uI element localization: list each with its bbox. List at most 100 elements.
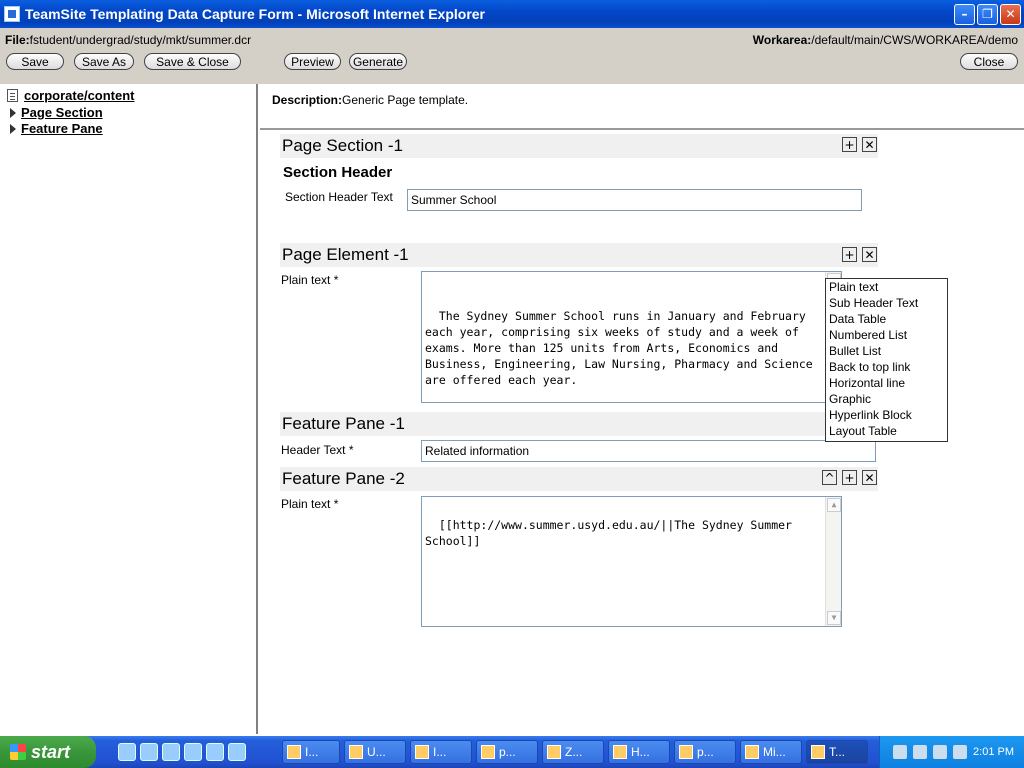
task-button[interactable]: Z... bbox=[542, 740, 604, 764]
add-icon[interactable]: + bbox=[842, 470, 857, 485]
start-button[interactable]: start bbox=[0, 736, 96, 768]
tree-item-page-section[interactable]: Page Section bbox=[10, 105, 103, 120]
task-label: I... bbox=[433, 745, 447, 759]
ie-app-icon bbox=[4, 6, 20, 22]
workarea-path: Workarea:/default/main/CWS/WORKAREA/demo bbox=[753, 33, 1018, 47]
tree-item-label: Page Section bbox=[21, 105, 103, 120]
task-button[interactable]: p... bbox=[476, 740, 538, 764]
window-icon bbox=[481, 745, 495, 759]
form-header: File:fstudent/undergrad/study/mkt/summer… bbox=[0, 28, 1024, 84]
system-tray: 2:01 PM bbox=[879, 736, 1024, 768]
dropdown-option[interactable]: Graphic bbox=[826, 391, 947, 407]
quick-launch bbox=[118, 743, 278, 761]
dropdown-option[interactable]: Back to top link bbox=[826, 359, 947, 375]
expand-triangle-icon[interactable] bbox=[10, 107, 16, 118]
file-path: File:fstudent/undergrad/study/mkt/summer… bbox=[5, 33, 251, 47]
clock[interactable]: 2:01 PM bbox=[973, 746, 1014, 758]
tree-pane: corporate/content Page Section Feature P… bbox=[0, 84, 258, 734]
tree-root-label: corporate/content bbox=[24, 88, 135, 103]
dropdown-option[interactable]: Plain text bbox=[826, 279, 947, 295]
task-button[interactable]: p... bbox=[674, 740, 736, 764]
dropdown-option[interactable]: Data Table bbox=[826, 311, 947, 327]
scroll-up-icon[interactable]: ▲ bbox=[827, 498, 841, 512]
plain-text-value: The Sydney Summer School runs in January… bbox=[425, 309, 820, 387]
task-button[interactable]: H... bbox=[608, 740, 670, 764]
page-element-header: Page Element -1 bbox=[280, 243, 878, 267]
window-title-bar: TeamSite Templating Data Capture Form - … bbox=[0, 0, 1024, 28]
task-label: Z... bbox=[565, 745, 583, 759]
task-button[interactable]: I... bbox=[282, 740, 340, 764]
file-path-value: fstudent/undergrad/study/mkt/summer.dcr bbox=[29, 33, 252, 47]
tray-icon[interactable] bbox=[953, 745, 968, 759]
dropdown-option[interactable]: Layout Table bbox=[826, 423, 947, 439]
add-icon[interactable]: + bbox=[842, 137, 857, 152]
plain-text-label: Plain text * bbox=[281, 497, 339, 511]
tray-icon[interactable] bbox=[933, 745, 948, 759]
save-button[interactable]: Save bbox=[6, 53, 64, 70]
header-text-input[interactable]: Related information bbox=[421, 440, 876, 462]
tray-icon[interactable] bbox=[893, 745, 908, 759]
task-button[interactable]: Mi... bbox=[740, 740, 802, 764]
restore-button[interactable]: ❐ bbox=[977, 3, 998, 25]
task-label: H... bbox=[631, 745, 650, 759]
help-icon bbox=[613, 745, 627, 759]
move-up-icon[interactable]: ^ bbox=[822, 470, 837, 485]
app-icon[interactable] bbox=[206, 743, 224, 761]
dropdown-option[interactable]: Sub Header Text bbox=[826, 295, 947, 311]
task-label: U... bbox=[367, 745, 386, 759]
task-button-active[interactable]: T... bbox=[806, 740, 868, 764]
folder-icon bbox=[547, 745, 561, 759]
app-icon[interactable] bbox=[228, 743, 246, 761]
folder-icon bbox=[349, 745, 363, 759]
taskbar: start I... U... I... p... Z... H... p...… bbox=[0, 736, 1024, 768]
task-label: I... bbox=[305, 745, 319, 759]
description-label: Description: bbox=[272, 93, 343, 107]
windows-flag-icon bbox=[10, 744, 26, 760]
preview-button[interactable]: Preview bbox=[284, 53, 341, 70]
task-button[interactable]: U... bbox=[344, 740, 406, 764]
start-label: start bbox=[31, 741, 71, 762]
window-close-button[interactable]: ✕ bbox=[1000, 3, 1021, 25]
section-subheader: Section Header bbox=[283, 164, 393, 181]
plain-text-textarea[interactable]: The Sydney Summer School runs in January… bbox=[421, 271, 842, 403]
scroll-down-icon[interactable]: ▼ bbox=[827, 611, 841, 625]
tree-root[interactable]: corporate/content bbox=[7, 88, 135, 103]
window-icon bbox=[811, 745, 825, 759]
window-icon bbox=[415, 745, 429, 759]
feature-plain-text-textarea[interactable]: [[http://www.summer.usyd.edu.au/||The Sy… bbox=[421, 496, 842, 627]
element-type-dropdown[interactable]: Plain text Sub Header Text Data Table Nu… bbox=[825, 278, 948, 442]
add-icon[interactable]: + bbox=[842, 247, 857, 262]
textarea-scrollbar[interactable]: ▲ ▼ bbox=[825, 497, 841, 626]
expand-triangle-icon[interactable] bbox=[10, 123, 16, 134]
save-as-button[interactable]: Save As bbox=[74, 53, 134, 70]
remove-icon[interactable]: ✕ bbox=[862, 137, 877, 152]
save-close-button[interactable]: Save & Close bbox=[144, 53, 241, 70]
tree-item-feature-pane[interactable]: Feature Pane bbox=[10, 121, 103, 136]
close-button[interactable]: Close bbox=[960, 53, 1018, 70]
app-icon[interactable] bbox=[184, 743, 202, 761]
generate-button[interactable]: Generate bbox=[349, 53, 407, 70]
document-icon bbox=[7, 89, 18, 102]
description-bar: Description:Generic Page template. bbox=[260, 84, 1024, 130]
ie-icon[interactable] bbox=[140, 743, 158, 761]
workarea-path-value: /default/main/CWS/WORKAREA/demo bbox=[811, 33, 1018, 47]
dropdown-option[interactable]: Horizontal line bbox=[826, 375, 947, 391]
description: Description:Generic Page template. bbox=[272, 93, 468, 107]
cmd-icon[interactable] bbox=[162, 743, 180, 761]
remove-icon[interactable]: ✕ bbox=[862, 470, 877, 485]
dropdown-option[interactable]: Bullet List bbox=[826, 343, 947, 359]
section-header-text-label: Section Header Text bbox=[285, 190, 393, 204]
show-desktop-icon[interactable] bbox=[118, 743, 136, 761]
dropdown-option[interactable]: Numbered List bbox=[826, 327, 947, 343]
dropdown-option[interactable]: Hyperlink Block bbox=[826, 407, 947, 423]
page-section-header: Page Section -1 bbox=[280, 134, 878, 158]
minimize-button[interactable]: – bbox=[954, 3, 975, 25]
task-label: p... bbox=[499, 745, 516, 759]
window-icon bbox=[745, 745, 759, 759]
remove-icon[interactable]: ✕ bbox=[862, 247, 877, 262]
window-icon bbox=[679, 745, 693, 759]
section-header-text-input[interactable]: Summer School bbox=[407, 189, 862, 211]
task-button[interactable]: I... bbox=[410, 740, 472, 764]
file-label: File: bbox=[5, 33, 30, 47]
tray-icon[interactable] bbox=[913, 745, 928, 759]
